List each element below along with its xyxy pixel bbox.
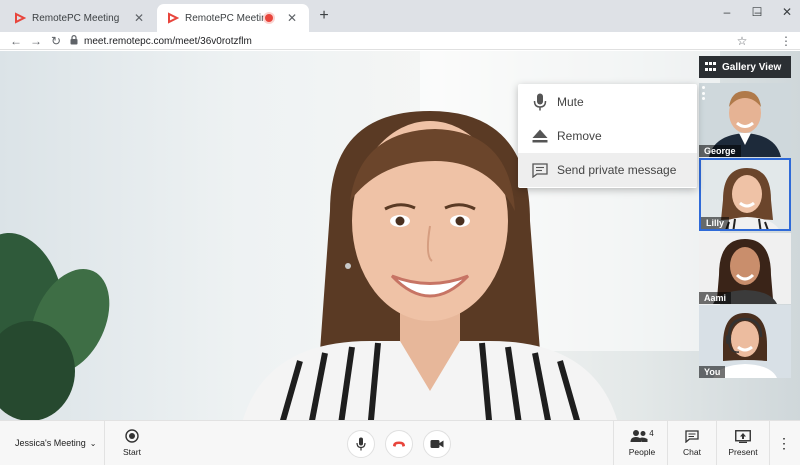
browser-tab-1[interactable]: RemotePC Meeting ✕ bbox=[4, 4, 156, 32]
start-recording-button[interactable]: Start bbox=[110, 421, 154, 465]
present-button[interactable]: Present bbox=[720, 421, 766, 465]
participant-name: George bbox=[699, 145, 741, 157]
reload-icon[interactable]: ↻ bbox=[48, 33, 64, 49]
microphone-icon bbox=[356, 437, 366, 451]
chat-icon bbox=[685, 429, 699, 443]
chevron-down-icon: ⌄ bbox=[89, 438, 97, 448]
chat-button[interactable]: Chat bbox=[670, 421, 714, 465]
gallery-view-label: Gallery View bbox=[722, 61, 782, 73]
menu-item-send-private-message[interactable]: Send private message bbox=[518, 153, 697, 187]
participant-name: You bbox=[699, 366, 726, 378]
address-bar: ← → ↻ meet.remotepc.com/meet/36v0rotzflm… bbox=[0, 32, 800, 50]
hang-up-icon bbox=[393, 441, 405, 447]
remotepc-logo-icon bbox=[14, 12, 26, 24]
forward-arrow-icon[interactable]: → bbox=[28, 33, 44, 49]
participant-context-menu: Mute Remove Send private message bbox=[518, 84, 697, 188]
toolbar-divider bbox=[613, 421, 614, 465]
video-camera-icon bbox=[430, 440, 444, 448]
present-screen-icon bbox=[735, 429, 751, 443]
menu-item-remove[interactable]: Remove bbox=[518, 119, 697, 153]
remotepc-logo-icon bbox=[167, 12, 179, 24]
chat-icon bbox=[530, 161, 550, 179]
close-icon[interactable]: ✕ bbox=[285, 11, 299, 25]
more-options-icon[interactable] bbox=[702, 86, 706, 100]
menu-item-label: Remove bbox=[557, 129, 602, 143]
toolbar-divider bbox=[667, 421, 668, 465]
browser-menu-icon[interactable]: ⋮ bbox=[778, 33, 794, 49]
recording-icon bbox=[265, 14, 273, 22]
end-call-button[interactable] bbox=[385, 430, 413, 458]
camera-toggle-button[interactable] bbox=[423, 430, 451, 458]
bookmark-star-icon[interactable]: ☆ bbox=[734, 33, 750, 49]
close-window-button[interactable]: ✕ bbox=[772, 0, 800, 24]
toolbar-divider bbox=[716, 421, 717, 465]
microphone-icon bbox=[530, 93, 550, 111]
tab-title: RemotePC Meeting bbox=[32, 12, 120, 24]
maximize-window-button[interactable]: ☐ bbox=[742, 0, 772, 24]
menu-item-label: Send private message bbox=[557, 163, 677, 177]
url-field[interactable]: meet.remotepc.com/meet/36v0rotzflm bbox=[70, 34, 252, 48]
mute-microphone-button[interactable] bbox=[347, 430, 375, 458]
toolbar-divider bbox=[769, 421, 770, 465]
participant-tile-george[interactable]: George bbox=[699, 83, 791, 157]
grid-icon bbox=[705, 61, 717, 73]
meeting-name-label: Jessica's Meeting bbox=[15, 438, 86, 448]
minimize-window-button[interactable]: – bbox=[712, 0, 742, 24]
participant-name: Aami bbox=[699, 292, 732, 304]
people-label: People bbox=[628, 447, 656, 457]
start-label: Start bbox=[123, 447, 141, 457]
new-tab-button[interactable]: + bbox=[316, 8, 332, 24]
present-label: Present bbox=[728, 446, 758, 457]
close-icon[interactable]: ✕ bbox=[132, 11, 146, 25]
people-icon bbox=[630, 430, 648, 442]
tab-title: RemotePC Meeting bbox=[185, 12, 265, 24]
browser-tab-2[interactable]: RemotePC Meeting ✕ bbox=[157, 4, 309, 32]
menu-item-label: Mute bbox=[557, 95, 584, 109]
lock-icon bbox=[70, 34, 78, 48]
people-button[interactable]: 4 People bbox=[620, 421, 664, 465]
chat-label: Chat bbox=[683, 446, 701, 457]
participant-name: Lilly bbox=[701, 217, 730, 229]
more-options-icon[interactable]: ⋮ bbox=[772, 421, 796, 465]
url-text: meet.remotepc.com/meet/36v0rotzflm bbox=[84, 35, 252, 47]
plant-image bbox=[0, 232, 110, 420]
participant-tile-you[interactable]: You bbox=[699, 305, 791, 378]
menu-item-mute[interactable]: Mute bbox=[518, 85, 697, 119]
meeting-name-dropdown[interactable]: Jessica's Meeting ⌄ bbox=[0, 421, 105, 465]
browser-tab-strip: RemotePC Meeting ✕ RemotePC Meeting ✕ + … bbox=[0, 0, 800, 32]
gallery-view-button[interactable]: Gallery View bbox=[699, 56, 791, 78]
participant-tile-aami[interactable]: Aami bbox=[699, 233, 791, 304]
record-icon bbox=[125, 429, 139, 443]
participant-tile-lilly[interactable]: Lilly bbox=[699, 158, 791, 231]
eject-icon bbox=[530, 127, 550, 145]
people-count-badge: 4 bbox=[649, 429, 654, 438]
back-arrow-icon[interactable]: ← bbox=[8, 33, 24, 49]
